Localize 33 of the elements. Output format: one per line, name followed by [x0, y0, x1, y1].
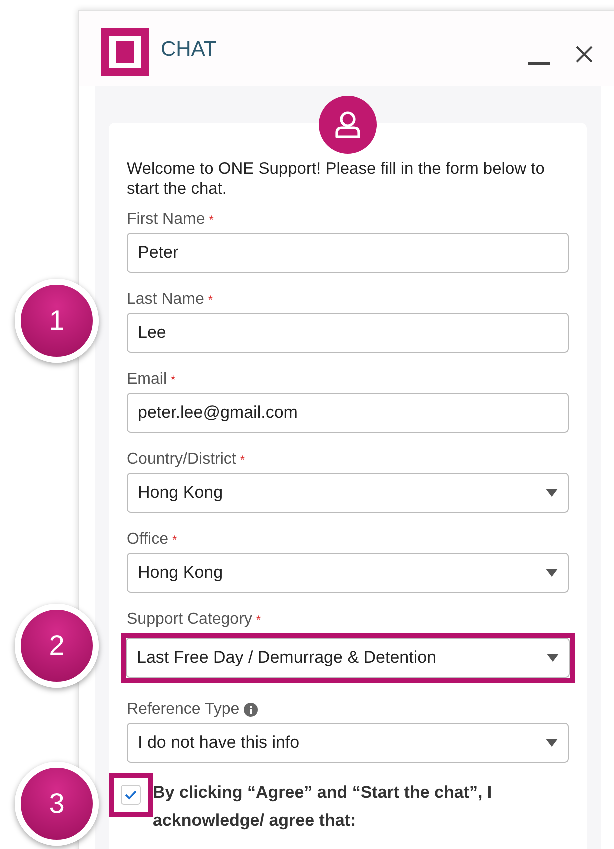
input-field[interactable]: peter.lee@gmail.com	[127, 393, 569, 433]
person-icon	[335, 111, 361, 139]
required-mark: *	[208, 294, 214, 306]
consent-text: By clicking “Agree” and “Start the chat”, I acknowledge/ agree that:	[153, 782, 494, 832]
field-label: Country/District	[127, 450, 236, 470]
field-label: Reference Type	[127, 700, 240, 720]
input-field[interactable]: Lee	[127, 313, 569, 353]
required-mark: *	[240, 454, 246, 466]
required-mark: *	[171, 374, 176, 386]
required-mark: *	[256, 614, 262, 626]
welcome-text: Welcome to ONE Support! Please fill in the form below to start the chat.	[127, 159, 546, 199]
dropdown-caret-icon	[547, 654, 559, 662]
required-mark: *	[172, 534, 178, 546]
dropdown-field[interactable]: Hong Kong	[127, 473, 569, 513]
checkmark-icon	[125, 790, 137, 800]
dropdown-field[interactable]: Hong Kong	[127, 553, 569, 593]
field-label: Support Category	[127, 610, 252, 630]
logo-icon	[101, 28, 149, 76]
dropdown-caret-icon	[546, 739, 558, 747]
field-label: Office	[127, 530, 168, 550]
dropdown-field[interactable]: I do not have this info	[127, 723, 569, 763]
field-label: Last Name	[127, 290, 204, 310]
field-label: Email	[127, 370, 168, 390]
dropdown-caret-icon	[546, 569, 558, 577]
window-title: CHAT	[161, 36, 217, 63]
field-label: First Name	[127, 210, 206, 230]
dropdown-field[interactable]: Last Free Day / Demurrage & Detention	[126, 638, 570, 678]
dropdown-caret-icon	[546, 489, 558, 497]
input-field[interactable]: Peter	[127, 233, 569, 273]
close-icon[interactable]	[576, 46, 593, 63]
required-mark: *	[209, 214, 214, 226]
minimize-icon[interactable]	[528, 62, 550, 66]
agree-checkbox[interactable]	[121, 785, 141, 805]
